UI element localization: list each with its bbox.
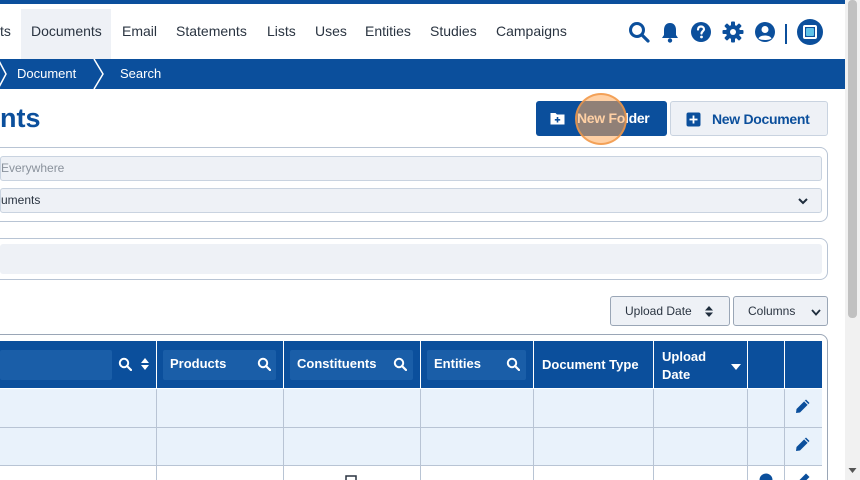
breadcrumb-chevron-icon: [93, 59, 104, 89]
search-input-placeholder: Everywhere: [1, 161, 65, 175]
search-icon[interactable]: [393, 357, 407, 371]
sort-icon: [705, 306, 713, 317]
header-label-document-type[interactable]: Document Type: [542, 357, 639, 373]
scroll-down-arrow-icon[interactable]: [848, 466, 857, 475]
nav-item-email[interactable]: Email: [122, 9, 157, 59]
nav-item-partial[interactable]: ts: [0, 9, 11, 59]
column-divider: [156, 389, 157, 480]
table-header-edit: [785, 341, 822, 388]
table-row[interactable]: [0, 389, 822, 427]
nav-item-campaigns[interactable]: Campaigns: [496, 9, 567, 59]
nav-item-uses[interactable]: Uses: [315, 9, 347, 59]
document-scope-value: uments: [1, 193, 41, 207]
table-row[interactable]: [0, 466, 822, 480]
nav-item-statements[interactable]: Statements: [176, 9, 247, 59]
chevron-down-icon: [798, 198, 808, 205]
user-icon[interactable]: [754, 21, 776, 43]
search-input[interactable]: Everywhere: [0, 156, 822, 181]
scrollbar-thumb[interactable]: [848, 0, 857, 318]
column-divider: [420, 389, 421, 480]
header-label-products[interactable]: Products: [170, 356, 226, 372]
sort-by-button[interactable]: Upload Date: [610, 296, 730, 326]
column-divider: [653, 389, 654, 480]
toolbar-separator: [785, 24, 787, 44]
logo-core: [806, 28, 814, 36]
chevron-down-icon: [811, 309, 821, 316]
sort-by-label: Upload Date: [625, 304, 692, 318]
breadcrumb: Document Search: [0, 59, 845, 89]
search-icon[interactable]: [628, 21, 650, 43]
search-icon[interactable]: [118, 357, 132, 371]
header-label-constituents[interactable]: Constituents: [297, 356, 376, 372]
bell-icon[interactable]: [659, 21, 681, 43]
column-divider: [784, 389, 785, 480]
breadcrumb-item-search: Search: [120, 66, 162, 81]
table-row[interactable]: [0, 428, 822, 466]
pencil-icon[interactable]: [795, 436, 811, 452]
new-document-button[interactable]: New Document: [670, 101, 828, 136]
breadcrumb-item-document[interactable]: Document: [17, 59, 76, 89]
columns-button[interactable]: Columns: [733, 296, 828, 326]
search-icon[interactable]: [506, 357, 520, 371]
pencil-icon[interactable]: [795, 398, 811, 414]
pencil-icon[interactable]: [795, 472, 811, 480]
new-document-label: New Document: [712, 111, 810, 127]
new-folder-label: New Folder: [577, 110, 650, 126]
help-icon[interactable]: [690, 21, 712, 43]
nav-item-documents[interactable]: Documents: [21, 9, 111, 59]
page-title: nts: [0, 103, 41, 133]
nav-item-studies[interactable]: Studies: [430, 9, 477, 59]
top-navigation: ts Documents Email Statements Lists Uses…: [0, 4, 845, 59]
nav-item-entities[interactable]: Entities: [365, 9, 411, 59]
breadcrumb-chevron-icon: [0, 61, 7, 87]
table-header-actions: [748, 341, 784, 388]
header-label-entities[interactable]: Entities: [434, 356, 481, 372]
sort-icon[interactable]: [140, 357, 150, 371]
columns-label: Columns: [748, 304, 796, 318]
header-label-upload-date-line1: Upload: [662, 349, 707, 364]
header-label-upload-date-line2: Date: [662, 367, 691, 382]
column-divider: [283, 389, 284, 480]
plus-square-icon: [686, 112, 701, 127]
column-divider: [533, 389, 534, 480]
logo-icon[interactable]: [797, 19, 823, 45]
filter-bar[interactable]: [0, 244, 822, 274]
folder-plus-icon: [550, 113, 565, 125]
nav-item-lists[interactable]: Lists: [267, 9, 296, 59]
new-folder-button[interactable]: New Folder: [536, 101, 667, 136]
document-icon: [345, 475, 357, 480]
info-icon[interactable]: [759, 473, 773, 480]
document-scope-select[interactable]: uments: [0, 188, 822, 213]
header-filter-box: [0, 350, 112, 380]
gear-icon[interactable]: [722, 21, 744, 43]
sort-desc-icon: [731, 364, 741, 370]
search-icon[interactable]: [257, 357, 271, 371]
column-divider: [747, 389, 748, 480]
